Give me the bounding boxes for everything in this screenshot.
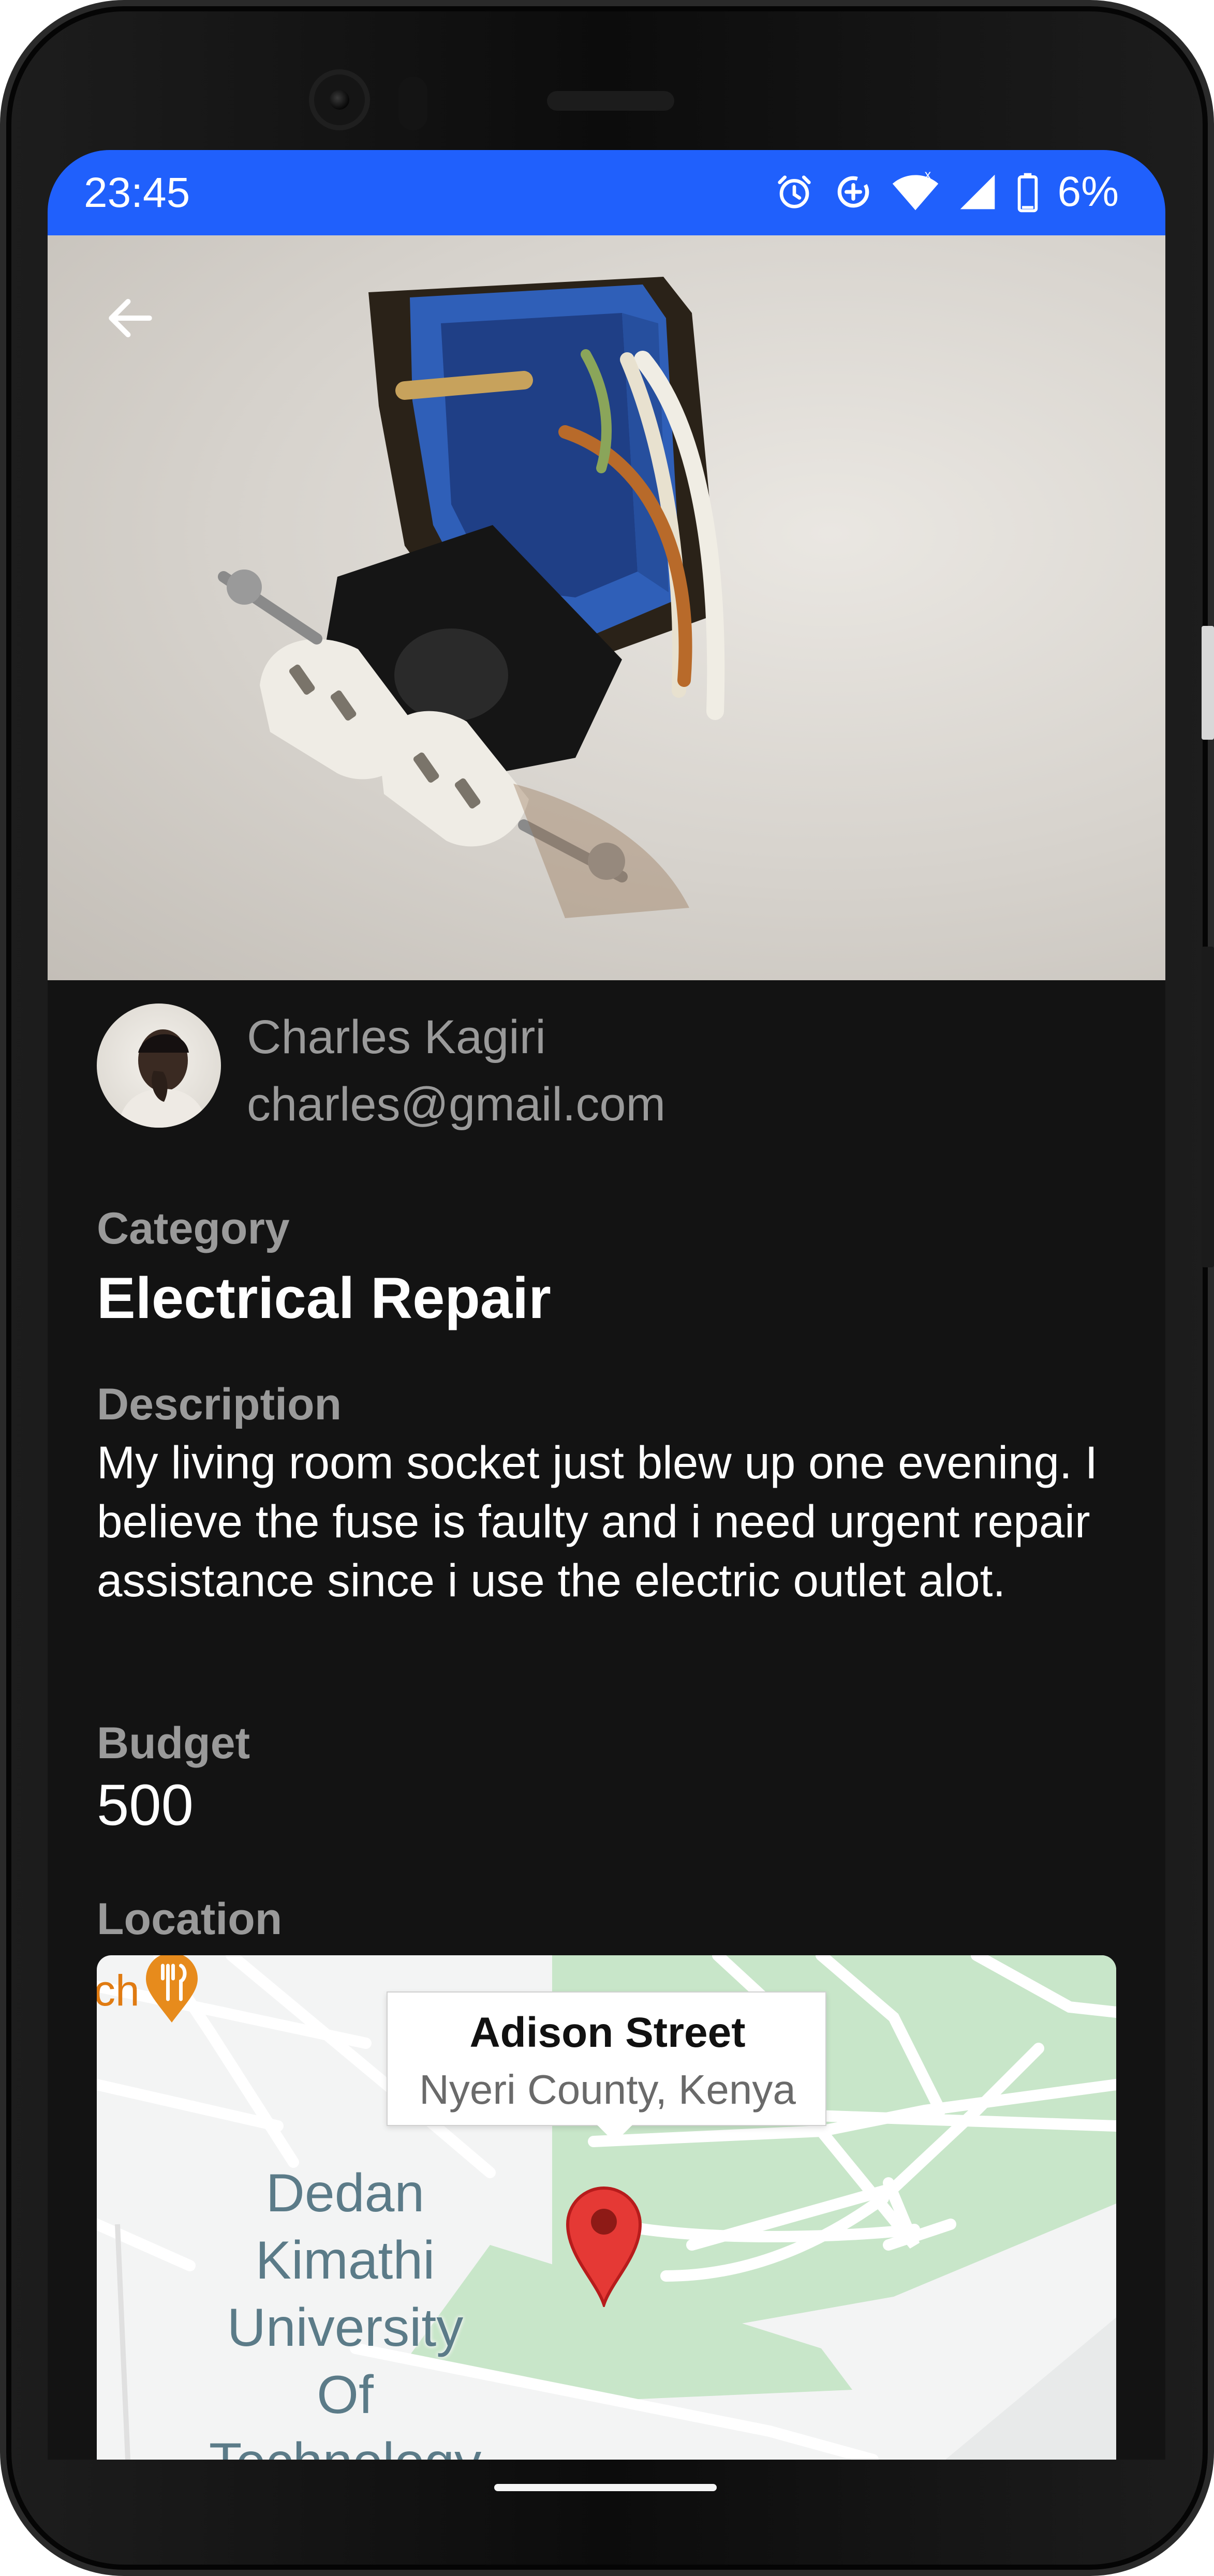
front-camera [309,69,370,130]
poster-email: charles@gmail.com [247,1078,666,1131]
status-bar: 23:45 x 6% [48,150,1165,235]
map-info-window[interactable]: Adison Street Nyeri County, Kenya [387,1991,826,2143]
avatar[interactable] [97,1004,221,1128]
damaged-socket-illustration [218,277,725,918]
battery-percent: 6% [1057,168,1119,215]
arrow-left-icon [109,298,152,338]
cellular-signal-icon [960,174,995,209]
proximity-sensor [398,77,427,130]
description-value: My living room socket just blew up one e… [97,1436,1098,1606]
app-screen: 23:45 x 6% Charles Kagiri charles@gmail.… [48,150,1165,2460]
job-photo [48,235,1165,980]
description-label: Description [97,1380,342,1429]
side-button-volume [1202,947,1214,1267]
category-value: Electrical Repair [97,1266,551,1330]
map-pin-icon[interactable] [562,2183,645,2307]
back-button[interactable] [94,282,167,354]
svg-text:x: x [925,171,931,182]
info-window-title: Adison Street [469,2009,746,2056]
location-map[interactable]: ch Dedan Kimathi University Of Technolog… [97,1955,1116,2460]
alarm-icon [778,175,811,208]
map-poi-label: ch [97,1966,140,2015]
home-indicator[interactable] [494,2484,717,2491]
status-icons: x 6% [774,169,1119,215]
budget-value: 500 [97,1773,194,1837]
side-button-power [1202,626,1214,740]
restaurant-icon[interactable] [143,1955,200,2023]
poster-info: Charles Kagiri charles@gmail.com [97,1004,1116,1159]
battery-icon [1018,173,1038,213]
info-window-subtitle: Nyeri County, Kenya [419,2066,796,2113]
earpiece-speaker [547,91,674,111]
category-label: Category [97,1204,290,1253]
person-avatar-illustration [117,1029,208,1128]
status-time: 23:45 [84,169,190,216]
data-saver-icon [838,176,869,208]
map-place-label: Dedan Kimathi University Of Technology [209,2163,481,2460]
budget-label: Budget [97,1718,250,1768]
wifi-icon: x [893,171,939,211]
location-label: Location [97,1894,283,1944]
poster-name: Charles Kagiri [247,1011,546,1064]
